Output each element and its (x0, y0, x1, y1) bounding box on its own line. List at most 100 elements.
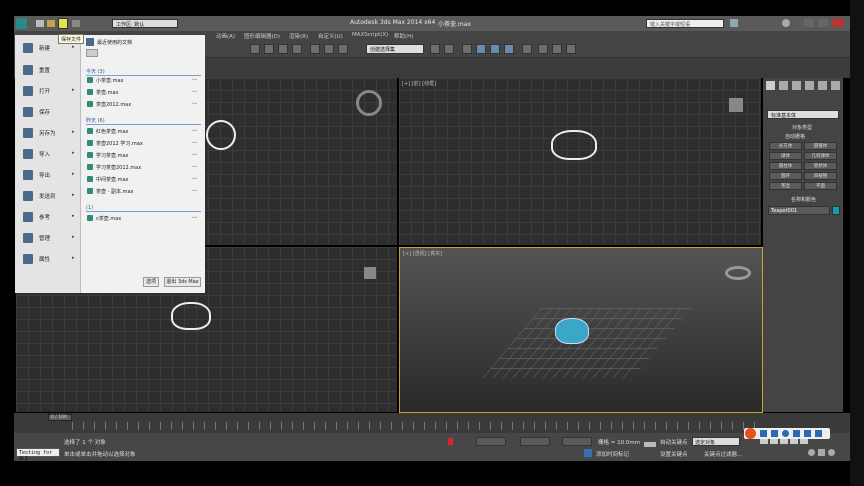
app-menu-references[interactable]: 参考 ▸ (15, 208, 81, 226)
recent-file[interactable]: 红色茶壶.max ⊶ (87, 127, 200, 137)
maximize-button[interactable] (818, 19, 828, 27)
move-icon[interactable] (264, 44, 274, 54)
recent-file[interactable]: 茶壶 - 副本.max ⊶ (87, 187, 200, 197)
ime-keyboard-icon[interactable] (804, 430, 811, 437)
recent-file[interactable]: 茶壶.max ⊶ (87, 88, 200, 98)
recent-group-today[interactable]: 今天 (3) (86, 68, 201, 76)
angle-snap-icon[interactable] (324, 44, 334, 54)
app-menu-properties[interactable]: 属性 ▸ (15, 250, 81, 268)
menu-customize[interactable]: 自定义(U) (318, 32, 343, 40)
box-button[interactable]: 长方体 (769, 142, 802, 150)
cylinder-button[interactable]: 圆柱体 (769, 162, 802, 170)
recent-view-toggle[interactable] (86, 49, 98, 57)
quick-access-open-icon[interactable] (47, 20, 55, 27)
menu-graph-editors[interactable]: 图形编辑器(D) (244, 32, 280, 40)
sogou-logo-icon[interactable] (745, 428, 756, 439)
geosphere-button[interactable]: 几何球体 (804, 152, 837, 160)
object-color-swatch[interactable] (832, 206, 840, 215)
display-tab-icon[interactable] (818, 81, 827, 90)
quick-access-new-icon[interactable] (36, 20, 44, 27)
teapot-button[interactable]: 茶壶 (769, 182, 802, 190)
app-menu-manage[interactable]: 管理 ▸ (15, 229, 81, 247)
primitive-type-dropdown[interactable]: 标准基本体 (767, 110, 839, 119)
recent-file[interactable]: 中间茶壶.max ⊶ (87, 175, 200, 185)
rendered-frame-icon[interactable] (552, 44, 562, 54)
rotate-icon[interactable] (278, 44, 288, 54)
render-setup-icon[interactable] (538, 44, 548, 54)
menu-rendering[interactable]: 渲染(R) (289, 32, 308, 40)
key-filters-button[interactable]: 关键点过滤器... (704, 450, 742, 458)
maxscript-listener[interactable]: Testing for ALI (16, 448, 60, 462)
recent-group-yesterday[interactable]: 昨天 (6) (86, 117, 201, 125)
workspace-dropdown[interactable]: 工作区: 默认 (112, 19, 178, 28)
material-editor-icon[interactable] (522, 44, 532, 54)
curve-editor-icon[interactable] (490, 44, 500, 54)
pin-icon[interactable]: ⊶ (192, 140, 197, 146)
tube-button[interactable]: 管状体 (804, 162, 837, 170)
orbit-icon[interactable] (828, 449, 835, 456)
teapot-wireframe-left[interactable] (171, 302, 211, 330)
render-icon[interactable] (566, 44, 576, 54)
ime-voice-icon[interactable] (793, 430, 800, 437)
ime-mode-icon[interactable] (760, 430, 767, 437)
recent-file[interactable]: 茶壶2012.max ⊶ (87, 100, 200, 110)
viewport-front[interactable]: [+] [前] [线框] (399, 78, 761, 245)
menu-maxscript[interactable]: MAXScript(X) (352, 32, 388, 38)
cone-button[interactable]: 圆锥体 (804, 142, 837, 150)
create-tab-icon[interactable] (766, 81, 775, 90)
align-icon[interactable] (444, 44, 454, 54)
lock-icon[interactable] (448, 438, 453, 445)
pin-icon[interactable]: ⊶ (192, 77, 197, 83)
viewcube-front-icon[interactable] (729, 98, 743, 112)
teapot-shaded[interactable] (555, 318, 589, 344)
ime-punctuation-icon[interactable] (771, 430, 778, 437)
modify-tab-icon[interactable] (779, 81, 788, 90)
exit-3dsmax-button[interactable]: 退出 3ds Max (164, 277, 201, 287)
key-icon[interactable] (644, 442, 656, 447)
torus-button[interactable]: 圆环 (769, 172, 802, 180)
menu-help[interactable]: 帮助(H) (394, 32, 413, 40)
teapot-wireframe-front[interactable] (551, 130, 597, 160)
app-logo-icon[interactable] (16, 18, 27, 29)
recent-file[interactable]: 茶壶2012 学习.max ⊶ (87, 139, 200, 149)
y-coordinate-field[interactable] (520, 437, 550, 446)
options-button[interactable]: 选项 (143, 277, 159, 287)
app-menu-send-to[interactable]: 发送到 ▸ (15, 187, 81, 205)
app-menu-import[interactable]: 导入 ▸ (15, 145, 81, 163)
close-button[interactable] (832, 19, 844, 27)
quick-access-undo-icon[interactable] (72, 20, 80, 27)
scale-icon[interactable] (292, 44, 302, 54)
snap-icon[interactable] (310, 44, 320, 54)
pin-icon[interactable]: ⊶ (192, 128, 197, 134)
viewport-perspective-label[interactable]: [+] [透视] [真实] (403, 250, 442, 257)
auto-key-button[interactable]: 自动关键点 (660, 438, 688, 446)
recent-file[interactable]: c茶壶.max ⊶ (87, 214, 200, 224)
z-coordinate-field[interactable] (562, 437, 592, 446)
graphite-icon[interactable] (476, 44, 486, 54)
pin-icon[interactable]: ⊶ (192, 152, 197, 158)
minimize-button[interactable] (804, 19, 814, 27)
app-menu-save[interactable]: 保存 (15, 103, 81, 121)
pan-icon[interactable] (818, 449, 825, 456)
time-tag-icon[interactable] (584, 449, 592, 457)
set-key-button[interactable]: 设置关键点 (660, 450, 688, 458)
menu-animation[interactable]: 动画(A) (216, 32, 235, 40)
pin-icon[interactable]: ⊶ (192, 89, 197, 95)
hierarchy-tab-icon[interactable] (792, 81, 801, 90)
app-menu-export[interactable]: 导出 ▸ (15, 166, 81, 184)
pin-icon[interactable]: ⊶ (192, 164, 197, 170)
teapot-wireframe-top[interactable] (206, 120, 236, 150)
recent-group-older[interactable]: (1) (86, 205, 201, 212)
app-menu-save-as[interactable]: 另存为 ▸ (15, 124, 81, 142)
help-icon[interactable] (782, 19, 790, 27)
name-color-rollout[interactable]: 名称和颜色 (791, 196, 816, 203)
viewcube-top-icon[interactable] (356, 90, 382, 116)
viewport-perspective[interactable]: [+] [透视] [真实] (399, 247, 763, 413)
quick-access-save-icon[interactable] (58, 18, 68, 29)
add-time-tag[interactable]: 添加时间标记 (596, 450, 629, 458)
time-slider-handle[interactable]: 0 / 100 (48, 414, 72, 421)
app-menu-reset[interactable]: 重置 (15, 61, 81, 79)
layer-icon[interactable] (462, 44, 472, 54)
pin-icon[interactable]: ⊶ (192, 188, 197, 194)
utilities-tab-icon[interactable] (831, 81, 840, 90)
